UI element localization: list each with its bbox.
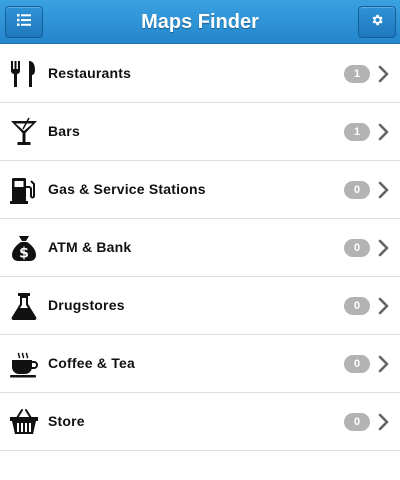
page-title: Maps Finder: [141, 11, 259, 33]
count-badge: 1: [344, 65, 370, 83]
shopping-basket-icon: [8, 406, 40, 438]
list-item-label: Bars: [48, 123, 80, 139]
gear-icon: [370, 13, 384, 32]
list-item-label: Restaurants: [48, 65, 132, 81]
list-item-store[interactable]: Store 0: [0, 393, 400, 451]
svg-text:$: $: [19, 246, 29, 262]
count-badge: 0: [344, 239, 370, 257]
settings-button[interactable]: [358, 6, 396, 38]
chevron-right-icon: [378, 239, 389, 257]
chevron-right-icon: [378, 181, 389, 199]
flask-icon: [8, 290, 40, 322]
list-item-label: ATM & Bank: [48, 239, 132, 255]
count-badge: 1: [344, 123, 370, 141]
fork-knife-icon: [8, 58, 40, 90]
list-item-restaurants[interactable]: Restaurants 1: [0, 45, 400, 103]
list-item-label: Gas & Service Stations: [48, 181, 206, 197]
gas-pump-icon: [8, 174, 40, 206]
count-badge: 0: [344, 355, 370, 373]
category-list: Restaurants 1 Bars 1 Gas & Service Stati…: [0, 45, 400, 451]
count-badge: 0: [344, 413, 370, 431]
chevron-right-icon: [378, 355, 389, 373]
chevron-right-icon: [378, 297, 389, 315]
list-item-coffee-tea[interactable]: Coffee & Tea 0: [0, 335, 400, 393]
list-item-label: Store: [48, 413, 85, 429]
list-item-label: Drugstores: [48, 297, 125, 313]
count-badge: 0: [344, 181, 370, 199]
coffee-cup-icon: [8, 348, 40, 380]
chevron-right-icon: [378, 123, 389, 141]
list-item-drugstores[interactable]: Drugstores 0: [0, 277, 400, 335]
list-item-bars[interactable]: Bars 1: [0, 103, 400, 161]
chevron-right-icon: [378, 413, 389, 431]
chevron-right-icon: [378, 65, 389, 83]
list-item-gas-stations[interactable]: Gas & Service Stations 0: [0, 161, 400, 219]
money-bag-icon: $: [8, 232, 40, 264]
list-item-atm-bank[interactable]: $ ATM & Bank 0: [0, 219, 400, 277]
app-header: Maps Finder: [0, 0, 400, 44]
list-item-label: Coffee & Tea: [48, 355, 135, 371]
count-badge: 0: [344, 297, 370, 315]
cocktail-glass-icon: [8, 116, 40, 148]
